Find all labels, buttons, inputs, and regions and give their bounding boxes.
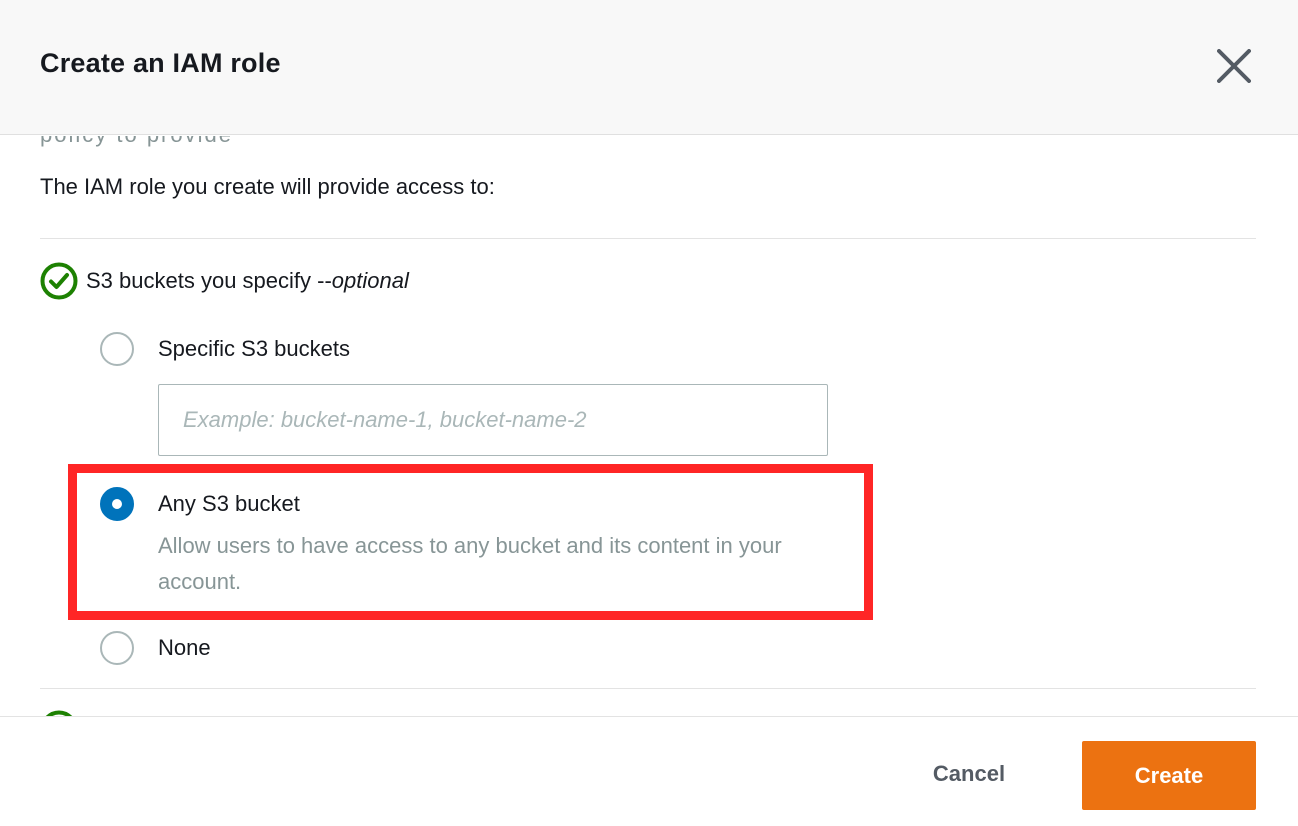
intro-text: The IAM role you create will provide acc…	[40, 174, 495, 199]
radio-button-any-bucket[interactable]	[100, 487, 134, 521]
radio-button-specific-buckets[interactable]	[100, 332, 134, 366]
bucket-names-input[interactable]	[158, 384, 828, 456]
section-header: S3 buckets you specify -- optional	[40, 262, 409, 300]
section-label: S3 buckets you specify --	[86, 268, 332, 293]
radio-label-any-bucket: Any S3 bucket	[158, 491, 300, 516]
modal-header: Create an IAM role	[0, 0, 1298, 135]
cut-off-text: policy to provide	[40, 136, 233, 148]
radio-option-any-bucket[interactable]: Any S3 bucket	[100, 487, 300, 521]
radio-option-specific-buckets[interactable]: Specific S3 buckets	[100, 332, 350, 366]
radio-button-none[interactable]	[100, 631, 134, 665]
close-icon	[1217, 49, 1251, 83]
radio-option-none[interactable]: None	[100, 631, 211, 665]
section-optional-label: optional	[331, 268, 409, 293]
modal-title: Create an IAM role	[40, 48, 281, 78]
radio-label-none: None	[158, 635, 211, 660]
modal-footer: Cancel Create	[0, 716, 1298, 826]
cancel-button[interactable]: Cancel	[906, 741, 1032, 807]
divider-bottom	[40, 688, 1256, 689]
radio-description-any-bucket: Allow users to have access to any bucket…	[158, 533, 782, 594]
divider-top	[40, 238, 1256, 239]
radio-label-specific-buckets: Specific S3 buckets	[158, 336, 350, 361]
close-button[interactable]	[1212, 44, 1256, 88]
check-circle-icon	[40, 262, 78, 300]
create-button[interactable]: Create	[1082, 741, 1256, 810]
modal-body: policy to provide The IAM role you creat…	[0, 136, 1298, 716]
